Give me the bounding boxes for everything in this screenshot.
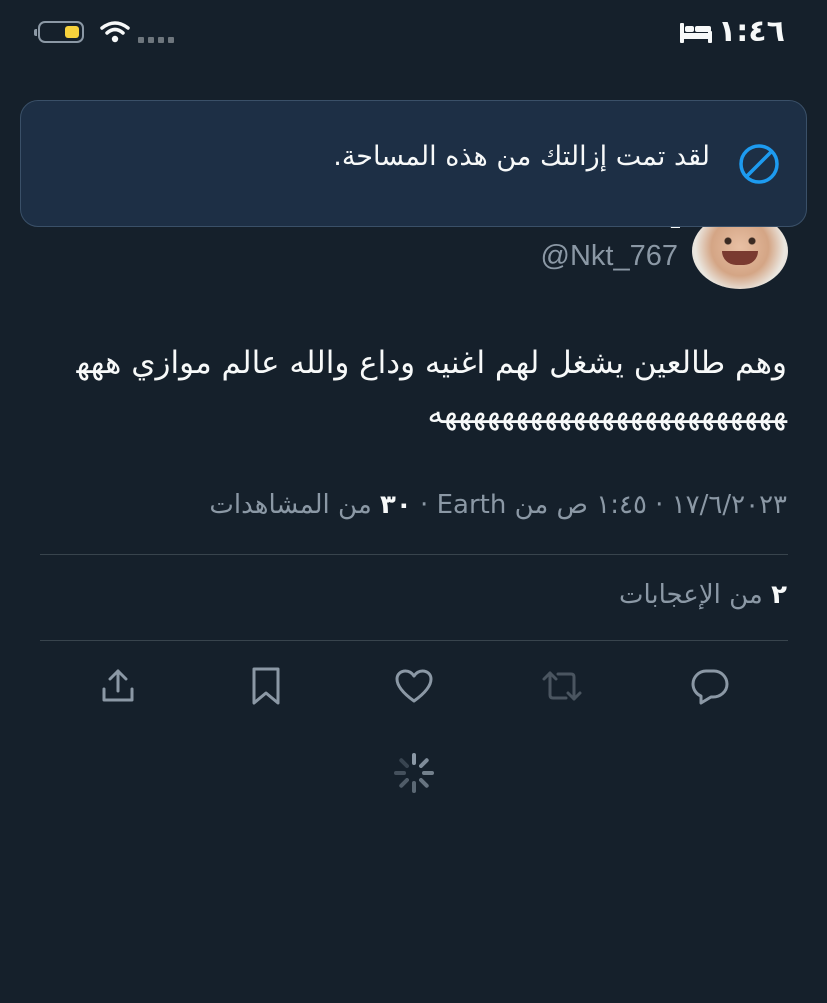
share-button[interactable] (96, 664, 140, 708)
bookmark-button[interactable] (244, 664, 288, 708)
like-button[interactable] (392, 664, 436, 708)
battery-icon (34, 21, 84, 43)
retweet-icon (542, 671, 582, 701)
views-count: ٣٠ (380, 490, 412, 520)
block-icon (739, 144, 779, 184)
retweet-button[interactable] (540, 664, 584, 708)
toast-message: لقد تمت إزالتك من هذه المساحة. (333, 141, 710, 172)
battery-fill (65, 26, 79, 38)
share-icon (102, 669, 134, 702)
reply-button[interactable] (688, 664, 732, 708)
status-bar: ١:٤٦ (0, 0, 827, 70)
likes-label: من الإعجابات (618, 580, 772, 610)
author-handle[interactable]: @Nkt_767 (541, 240, 678, 273)
bookmark-icon (252, 667, 280, 705)
loading-spinner-icon (394, 753, 434, 793)
like-icon (395, 669, 433, 703)
likes-count: ٢ (771, 580, 787, 610)
divider (40, 554, 788, 555)
reply-icon (691, 669, 729, 705)
tweet-meta: ١٧/٦/٢٠٢٣ · ١:٤٥ ص من Earth · ٣٠ من المش… (209, 490, 787, 520)
tweet-timestamp: ١٧/٦/٢٠٢٣ · ١:٤٥ ص من Earth · (411, 490, 787, 520)
likes-summary[interactable]: ٢ من الإعجابات (619, 580, 787, 610)
signal-icon (138, 37, 174, 43)
wifi-icon (100, 21, 130, 43)
clock: ١:٤٦ (718, 14, 785, 49)
sleep-focus-icon (680, 23, 712, 43)
views-label: من المشاهدات (209, 490, 381, 520)
divider (40, 640, 788, 641)
removed-toast: لقد تمت إزالتك من هذه المساحة. (20, 100, 807, 227)
tweet-text: وهم طالعين يشغل لهم اغنيه وداع والله عال… (76, 345, 787, 431)
